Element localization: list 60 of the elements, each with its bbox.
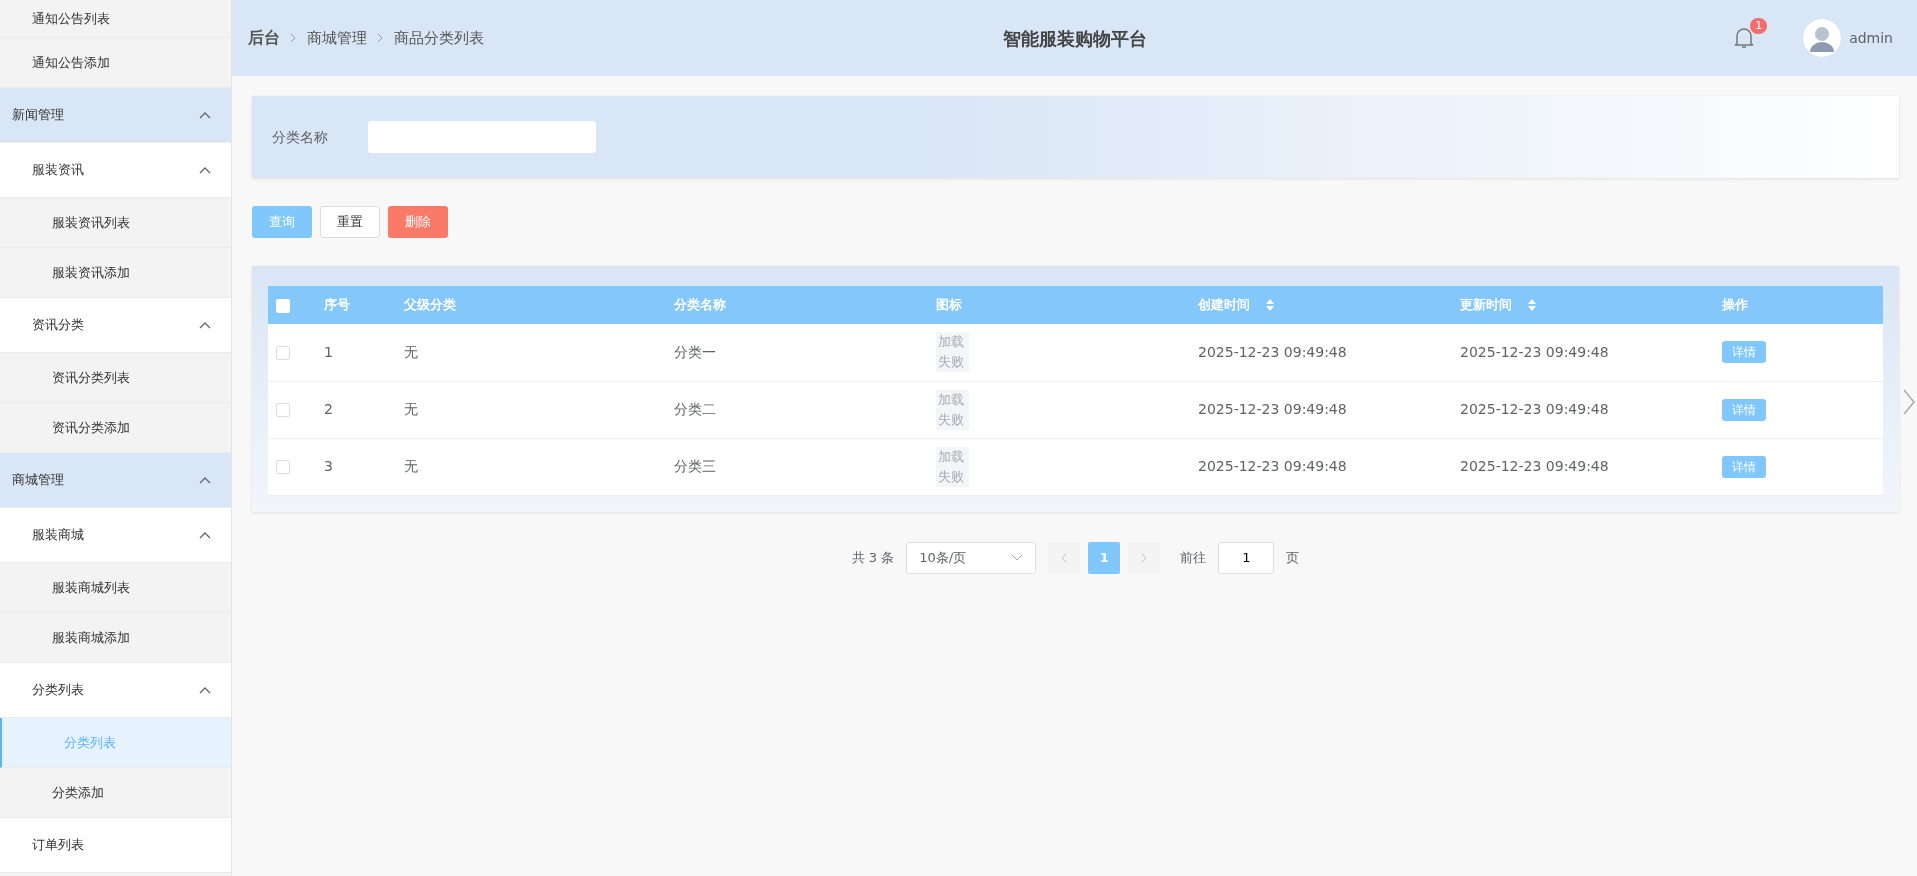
sidebar-item[interactable]: 服装商城 [0,508,231,563]
page-size-select[interactable]: 10条/页 [906,541,1037,574]
reset-button[interactable]: 重置 [320,206,380,238]
select-all-checkbox[interactable] [276,298,290,313]
row-checkbox[interactable] [276,403,290,417]
table-cell: 无 [404,343,418,360]
table-cell: 分类一 [674,343,716,360]
table-cell: 无 [404,458,418,474]
table-cell: 2 [324,401,333,417]
total-count: 共 3 条 [851,548,895,567]
chevron-right-icon[interactable] [1903,388,1915,415]
table-cell: 无 [404,401,418,417]
table-cell: 2025-12-23 09:49:48 [1198,458,1347,474]
sidebar-item[interactable]: 新闻管理 [0,88,231,143]
column-header: 分类名称 [674,296,726,315]
chevron-left-icon [1061,552,1068,563]
sort-icon[interactable] [1266,299,1274,311]
sidebar-item[interactable]: 订单列表 [0,818,231,873]
chevron-right-icon [290,33,297,43]
table-cell: 1 [324,343,333,360]
column-header: 图标 [936,296,962,315]
table-cell: 3 [324,458,333,474]
page-number-field[interactable]: 1 [1218,541,1275,574]
table-cell: 分类三 [674,458,716,474]
breadcrumb-item[interactable]: 后台 [248,26,280,50]
sidebar-item[interactable]: 资讯分类 [0,298,231,353]
username[interactable]: admin [1849,27,1893,49]
breadcrumb-item[interactable]: 商城管理 [307,26,367,50]
next-page-button[interactable] [1128,541,1161,574]
sidebar-item[interactable]: 服装资讯 [0,143,231,198]
row-checkbox[interactable] [276,345,290,360]
page-unit-label: 页 [1286,548,1300,567]
column-header: 序号 [324,296,350,315]
goto-label: 前往 [1180,548,1207,567]
table-cell: 2025-12-23 09:49:48 [1460,343,1609,360]
notification-badge: 1 [1750,18,1768,34]
field-label: 分类名称 [272,127,328,147]
chevron-right-icon [1141,552,1148,563]
chevron-down-icon [1011,553,1024,562]
row-checkbox[interactable] [276,460,290,474]
load-failed-text: 加载失败 [938,448,964,484]
table-cell: 2025-12-23 09:49:48 [1198,343,1347,360]
column-header: 操作 [1722,296,1748,315]
chevron-right-icon [377,33,384,43]
table-cell: 分类二 [674,401,716,417]
table-cell: 2025-12-23 09:49:48 [1460,401,1609,417]
load-failed-text: 加载失败 [938,391,964,427]
site-title: 智能服装购物平台 [1002,26,1147,51]
sidebar-item[interactable]: 分类列表 [0,663,231,718]
bell-icon[interactable] [1733,26,1756,50]
load-failed-text: 加载失败 [938,334,964,370]
column-header: 父级分类 [404,296,456,315]
breadcrumb-item[interactable]: 商品分类列表 [394,26,484,50]
sidebar-item[interactable]: 商城管理 [0,453,231,508]
table-cell: 2025-12-23 09:49:48 [1460,458,1609,474]
sort-icon[interactable] [1528,299,1536,311]
avatar[interactable] [1803,19,1842,57]
previous-page-button[interactable] [1048,541,1081,574]
table-cell: 2025-12-23 09:49:48 [1198,401,1347,417]
category-name-field[interactable] [368,121,596,153]
